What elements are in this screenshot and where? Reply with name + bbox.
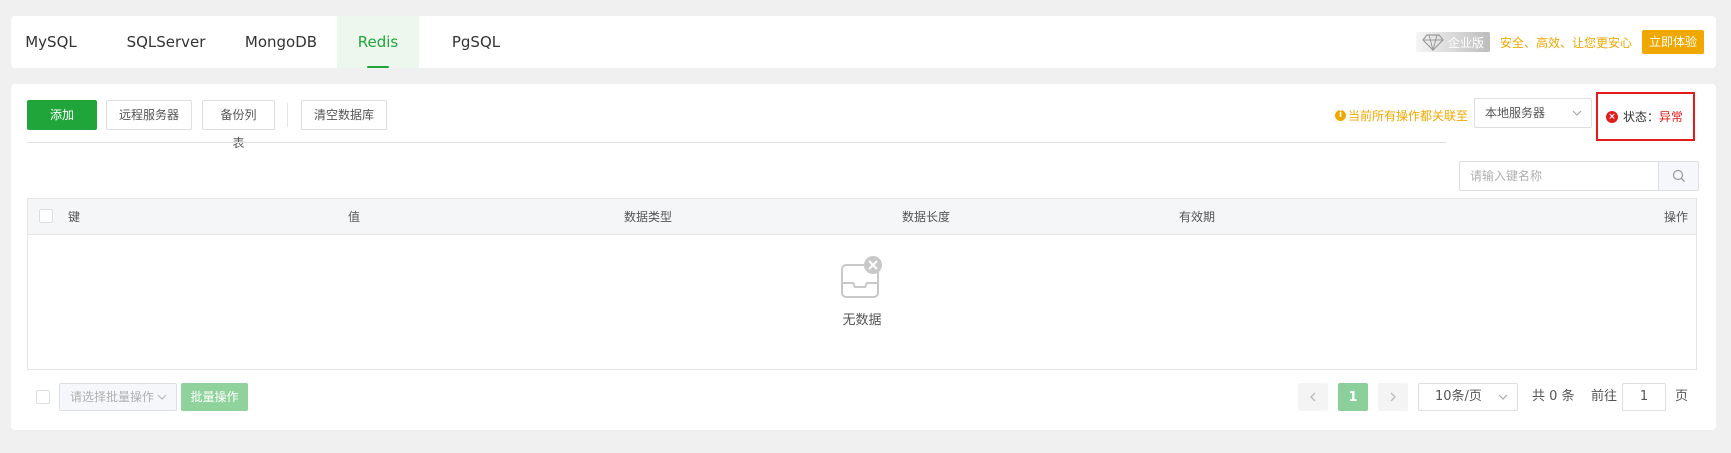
total-count: 共 0 条 [1532, 389, 1575, 404]
database-tabs-bar: MySQL SQLServer MongoDB Redis PgSQL 企业版 … [11, 16, 1716, 68]
status-label: 状态： [1623, 110, 1660, 124]
toolbar-divider [287, 103, 288, 127]
empty-state: 无数据 [28, 235, 1696, 371]
batch-action-select[interactable]: 请选择批量操作 [59, 383, 177, 411]
key-search-input[interactable] [1460, 162, 1658, 190]
clear-database-button[interactable]: 清空数据库 [301, 100, 387, 130]
table-header: 键 值 数据类型 数据长度 有效期 操作 [28, 199, 1696, 235]
column-ttl: 有效期 [1179, 210, 1216, 224]
batch-action-placeholder: 请选择批量操作 [70, 390, 155, 404]
empty-box-icon [841, 256, 882, 298]
tab-pgsql[interactable]: PgSQL [431, 16, 521, 68]
chevron-down-icon [1498, 394, 1508, 400]
batch-select-checkbox[interactable] [36, 390, 50, 404]
next-page-button[interactable] [1378, 383, 1408, 411]
search-button[interactable] [1658, 162, 1698, 190]
goto-page-input[interactable]: 1 [1622, 383, 1666, 411]
enterprise-badge-label: 企业版 [1447, 35, 1484, 50]
tab-mysql[interactable]: MySQL [11, 16, 91, 68]
page-size-value: 10条/页 [1435, 389, 1482, 404]
goto-label: 前往 [1591, 389, 1618, 404]
search-icon [1672, 169, 1685, 182]
column-data-length: 数据长度 [902, 210, 951, 224]
toolbar-separator [27, 142, 1446, 143]
chevron-left-icon [1310, 392, 1316, 402]
enterprise-badge: 企业版 [1415, 32, 1490, 52]
page-1-button[interactable]: 1 [1338, 383, 1368, 411]
select-all-checkbox[interactable] [39, 209, 53, 223]
prev-page-button[interactable] [1298, 383, 1328, 411]
tab-mongodb[interactable]: MongoDB [221, 16, 341, 68]
page-size-select[interactable]: 10条/页 [1418, 383, 1518, 411]
add-key-button[interactable]: 添加key [27, 100, 97, 150]
page-unit-label: 页 [1675, 389, 1689, 404]
column-data-type: 数据类型 [624, 210, 673, 224]
column-key: 键 [68, 210, 81, 224]
backup-list-button[interactable]: 备份列表 [202, 100, 275, 150]
status-value: 异常 [1659, 110, 1684, 124]
tab-redis[interactable]: Redis [337, 16, 419, 68]
promo-slogan: 安全、高效、让您更安心 [1499, 35, 1632, 50]
tab-sqlserver[interactable]: SQLServer [106, 16, 226, 68]
server-notice: i 当前所有操作都关联至 [1334, 106, 1468, 124]
chevron-down-icon [157, 394, 167, 400]
chevron-down-icon [1572, 110, 1582, 116]
enterprise-promo: 企业版 安全、高效、让您更安心 立即体验 [1415, 29, 1704, 55]
chevron-right-icon [1390, 392, 1396, 402]
connection-status: × 状态： 异常 [1596, 92, 1695, 141]
info-icon: i [1334, 109, 1346, 121]
diamond-icon [1422, 34, 1444, 51]
keys-table: 键 值 数据类型 数据长度 有效期 操作 无数据 [27, 198, 1697, 370]
redis-panel: 添加key 远程服务器 备份列表 清空数据库 i 当前所有操作都关联至 本地服务… [11, 84, 1716, 430]
column-value: 值 [348, 210, 361, 224]
server-select-value: 本地服务器 [1485, 106, 1546, 120]
notice-text: 当前所有操作都关联至 [1347, 108, 1468, 123]
key-search [1459, 161, 1699, 191]
empty-text: 无数据 [842, 313, 882, 328]
try-now-button[interactable]: 立即体验 [1641, 30, 1704, 54]
batch-operation-button[interactable]: 批量操作 [181, 383, 248, 411]
column-actions: 操作 [1663, 210, 1688, 224]
server-select[interactable]: 本地服务器 [1474, 98, 1592, 128]
error-icon: × [1606, 110, 1618, 123]
remote-server-button[interactable]: 远程服务器 [106, 100, 192, 130]
